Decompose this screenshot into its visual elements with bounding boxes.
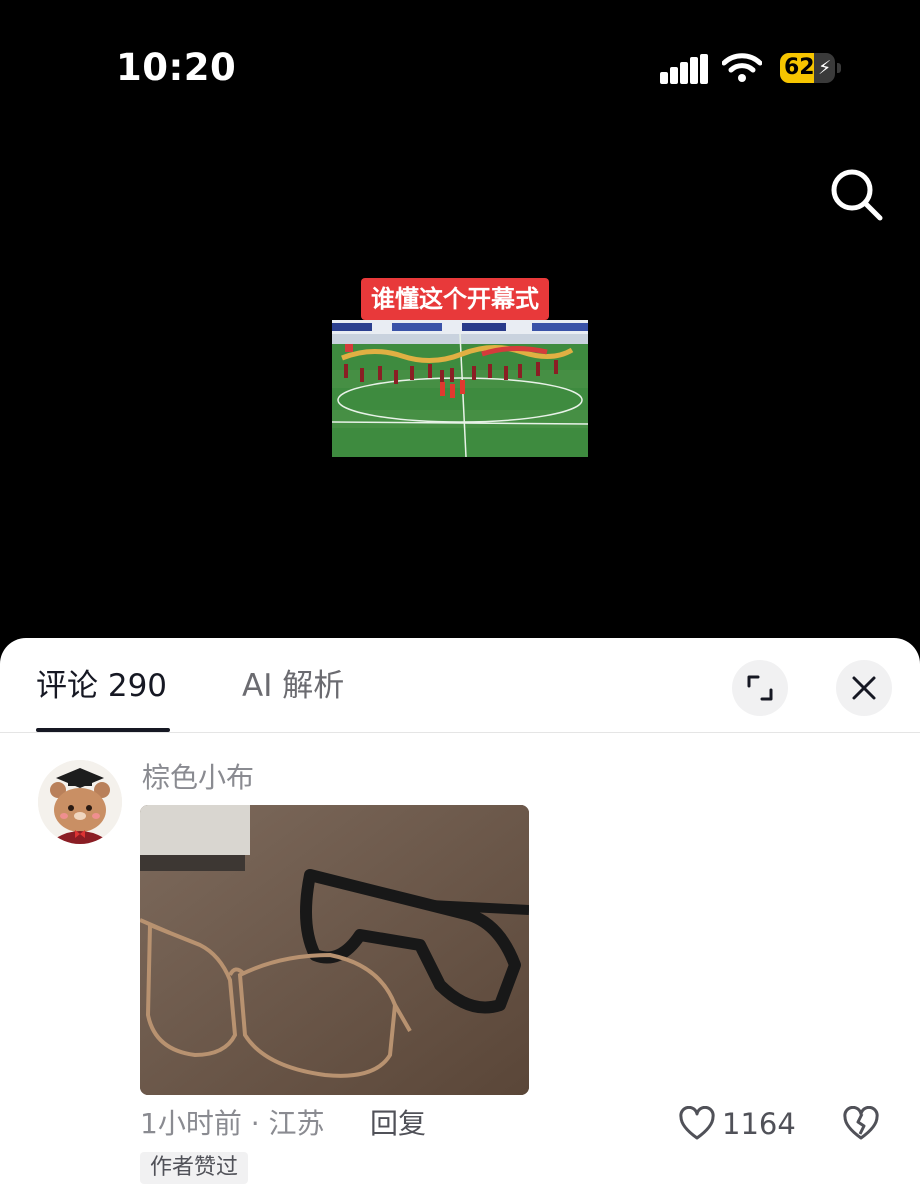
author-liked-badge: 作者赞过 (140, 1152, 249, 1184)
comment-username[interactable]: 棕色小布 (142, 760, 254, 796)
expand-icon (747, 675, 773, 701)
active-tab-indicator (36, 728, 170, 732)
eyeglasses-photo (140, 805, 529, 1095)
battery-body: 62 ⚡ (780, 53, 835, 83)
cellular-signal-icon (660, 54, 708, 84)
status-bar: 10:20 62 ⚡ (0, 0, 920, 120)
reply-button[interactable]: 回复 (370, 1106, 426, 1142)
comment-tabs: 评论 290 AI 解析 (0, 638, 920, 733)
comment-sheet: 评论 290 AI 解析 棕色小布 1小时前 · 江苏 回复 1164 作者赞过 (0, 638, 920, 1200)
close-icon (852, 676, 876, 700)
broken-heart-icon[interactable] (842, 1106, 880, 1142)
tab-comments[interactable]: 评论 290 (36, 666, 167, 706)
wifi-icon (722, 53, 762, 82)
stadium-scene-image (332, 320, 588, 457)
video-thumbnail[interactable] (332, 320, 588, 457)
screen: 10:20 62 ⚡ 谁懂这个开幕式 评论 290 AI 解析 棕色小布 1小时… (0, 0, 920, 1200)
heart-icon[interactable] (678, 1106, 716, 1142)
like-count: 1164 (722, 1107, 796, 1141)
avatar[interactable] (38, 760, 122, 844)
video-title-badge: 谁懂这个开幕式 (361, 278, 549, 320)
expand-button[interactable] (732, 660, 788, 716)
battery-tip (837, 63, 841, 73)
tab-ai-analysis[interactable]: AI 解析 (242, 666, 344, 706)
bear-avatar-image (38, 760, 122, 844)
close-button[interactable] (836, 660, 892, 716)
comment-meta: 1小时前 · 江苏 (140, 1107, 325, 1140)
search-icon[interactable] (826, 164, 886, 224)
comment-image[interactable] (140, 805, 529, 1095)
battery-indicator: 62 ⚡ (780, 53, 842, 83)
charging-bolt-icon: ⚡ (818, 57, 832, 79)
status-time: 10:20 (116, 46, 237, 89)
